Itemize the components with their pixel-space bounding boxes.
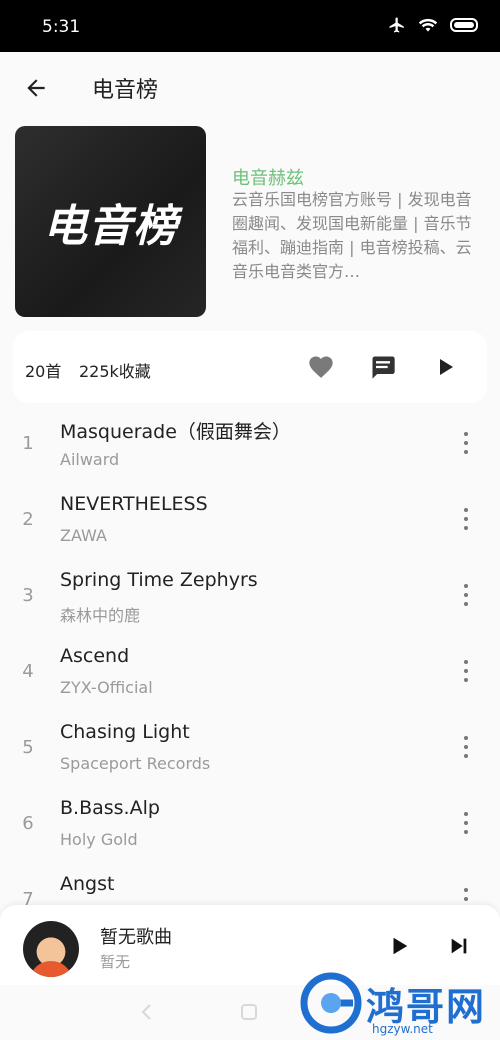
song-title: Ascend [60,645,130,667]
song-row[interactable]: 5 Chasing Light Spaceport Records [0,709,500,785]
song-index: 5 [22,737,34,758]
more-vertical-icon[interactable] [456,505,476,533]
song-count: 20首 [25,362,62,381]
player-title: 暂无歌曲 [100,927,172,948]
song-row[interactable]: 6 B.Bass.Alp Holy Gold [0,785,500,861]
more-vertical-icon[interactable] [456,657,476,685]
watermark-logo-icon [300,972,362,1034]
song-index: 3 [22,585,34,606]
song-title: Masquerade（假面舞会） [60,421,291,443]
heart-icon [309,356,333,378]
status-time: 5:31 [42,17,81,37]
playlist-stats-card: 20首 225k收藏 [13,331,487,403]
song-title: Spring Time Zephyrs [60,569,258,591]
song-row[interactable]: 7 Angst [0,861,500,905]
more-vertical-icon[interactable] [456,885,476,905]
song-artist: ZAWA [60,526,107,545]
song-row[interactable]: 4 Ascend ZYX-Official [0,633,500,709]
song-index: 4 [22,661,34,682]
play-all-button[interactable] [429,351,461,383]
playlist-cover[interactable]: 电音榜 [15,126,206,317]
arrow-left-icon [27,79,45,97]
song-index: 6 [22,813,34,834]
like-button[interactable] [305,351,337,383]
song-index: 7 [22,889,34,905]
more-vertical-icon[interactable] [456,581,476,609]
play-icon [440,359,453,375]
song-index: 1 [22,433,34,454]
song-row[interactable]: 2 NEVERTHELESS ZAWA [0,481,500,557]
song-title: Angst [60,873,115,895]
app-bar: 电音榜 [0,52,500,124]
song-artist: 森林中的鹿 [60,606,141,625]
play-icon [393,937,408,955]
song-row[interactable]: 3 Spring Time Zephyrs 森林中的鹿 [0,557,500,633]
player-avatar [23,921,79,977]
page-title: 电音榜 [92,78,159,103]
comment-icon [372,356,395,379]
song-artist: ZYX-Official [60,678,153,697]
watermark-url: hgzyw.net [372,1022,433,1036]
airplane-icon [389,17,404,33]
nav-back-icon[interactable] [138,1003,156,1021]
song-index: 2 [22,509,34,530]
watermark: 鸿哥网 hgzyw.net [300,972,500,1038]
song-title: B.Bass.Alp [60,797,160,819]
status-bar: 5:31 [0,0,500,52]
more-vertical-icon[interactable] [456,733,476,761]
status-icons [388,16,480,34]
playlist-header: 电音榜 电音赫兹 云音乐国电榜官方账号 | 发现电音圈趣闻、发现国电新能量 | … [0,126,500,320]
song-title: NEVERTHELESS [60,493,208,515]
nav-home-icon[interactable] [240,1003,258,1021]
player-play-button[interactable] [384,931,414,961]
song-artist: Spaceport Records [60,754,211,773]
song-artist: Holy Gold [60,830,138,849]
song-artist: Ailward [60,450,120,469]
skip-next-icon [451,938,467,954]
playlist-owner[interactable]: 电音赫兹 [232,164,304,190]
comment-button[interactable] [367,351,399,383]
more-vertical-icon[interactable] [456,809,476,837]
wifi-icon [418,18,438,32]
player-next-button[interactable] [444,931,474,961]
favorite-count: 225k收藏 [79,362,151,381]
battery-icon [450,18,478,32]
cover-text: 电音榜 [43,200,178,252]
more-vertical-icon[interactable] [456,429,476,457]
song-row[interactable]: 1 Masquerade（假面舞会） Ailward [0,405,500,481]
player-subtitle: 暂无 [100,953,131,971]
playlist-description[interactable]: 云音乐国电榜官方账号 | 发现电音圈趣闻、发现国电新能量 | 音乐节福利、蹦迪指… [232,188,474,284]
back-button[interactable] [18,72,54,104]
song-title: Chasing Light [60,721,190,743]
song-list: 1 Masquerade（假面舞会） Ailward 2 NEVERTHELES… [0,405,500,905]
